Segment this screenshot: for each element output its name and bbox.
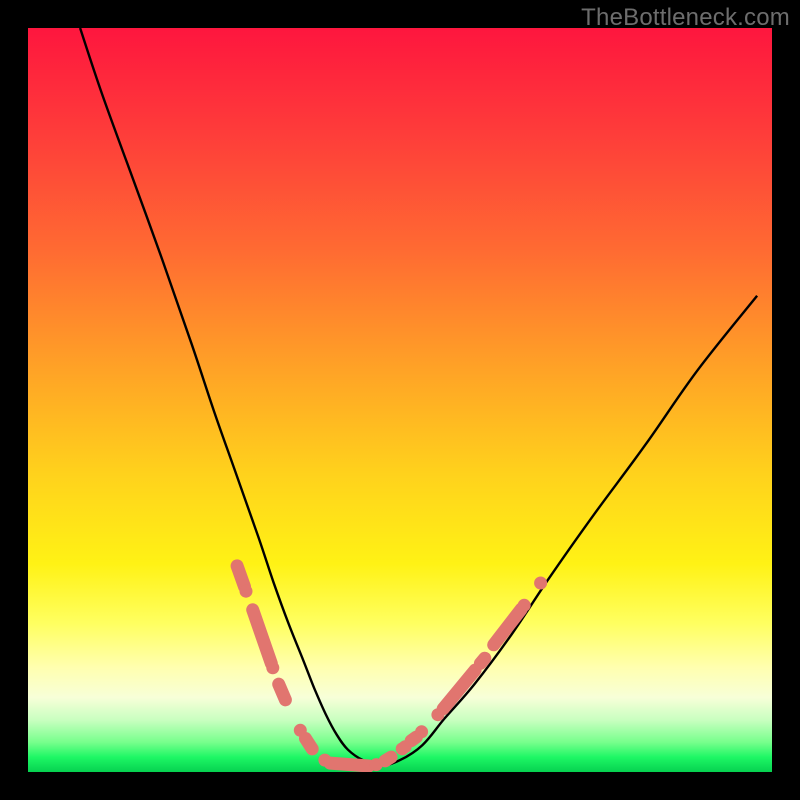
chart-frame: TheBottleneck.com <box>0 0 800 800</box>
bead-icon <box>240 585 253 598</box>
chart-svg <box>28 28 772 772</box>
chart-plot-area <box>28 28 772 772</box>
bead-run <box>480 658 484 663</box>
bead-run <box>253 610 272 664</box>
bead-run <box>306 739 313 749</box>
bead-icon <box>518 599 531 612</box>
highlight-beads <box>237 566 547 771</box>
bead-run <box>385 757 391 761</box>
bead-run <box>330 763 369 766</box>
bead-icon <box>266 661 279 674</box>
bead-run <box>279 684 286 700</box>
bead-run <box>237 566 244 587</box>
bead-run <box>411 737 416 741</box>
watermark-text: TheBottleneck.com <box>581 4 790 32</box>
bottleneck-curve <box>80 28 757 765</box>
bead-icon <box>534 577 547 590</box>
bead-icon <box>415 725 428 738</box>
